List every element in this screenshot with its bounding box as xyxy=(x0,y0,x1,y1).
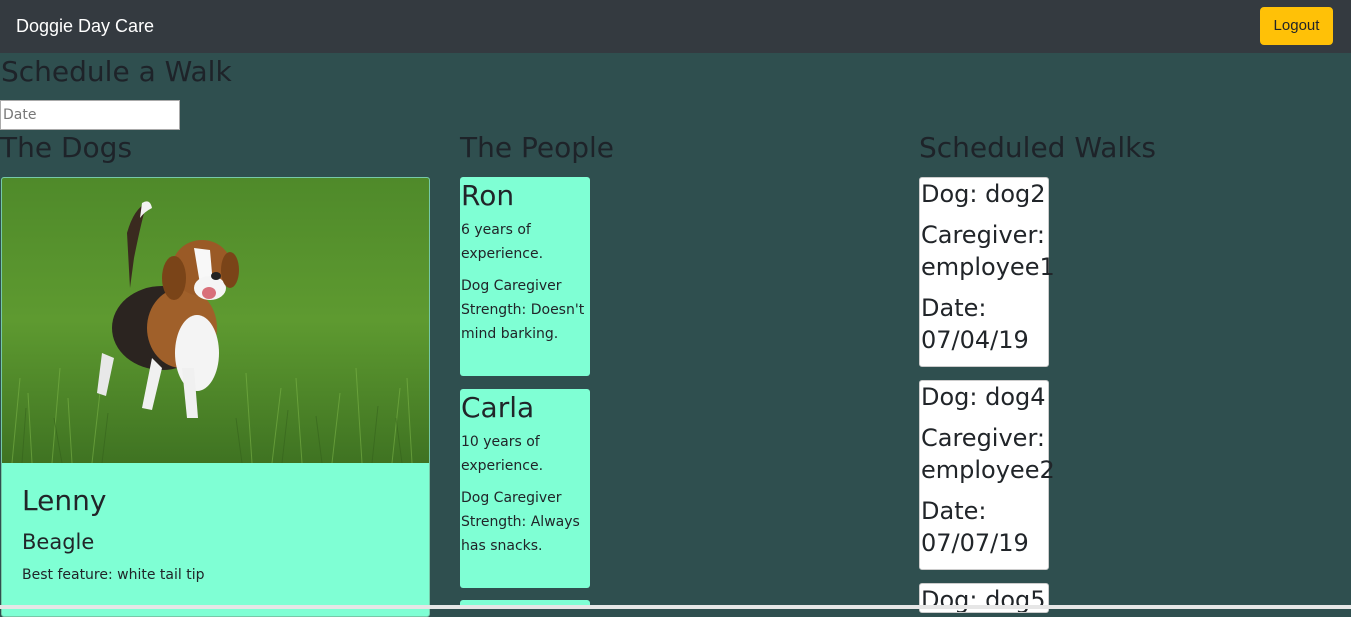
date-input[interactable] xyxy=(0,100,180,130)
person-strength: Dog Caregiver Strength: Always has snack… xyxy=(461,490,580,554)
horizontal-scrollbar[interactable] xyxy=(0,605,1351,609)
walk-date: Date: 07/07/19 xyxy=(921,497,1029,557)
person-name: Ron xyxy=(461,179,515,212)
dog-card[interactable]: Lenny Beagle Best feature: white tail ti… xyxy=(1,177,430,617)
walk-caregiver: Caregiver: employee2 xyxy=(921,424,1055,484)
brand-title[interactable]: Doggie Day Care xyxy=(16,13,154,39)
person-card[interactable]: Carla 10 years of experience. Dog Caregi… xyxy=(460,389,590,588)
dog-name: Lenny xyxy=(22,484,107,517)
people-heading: The People xyxy=(460,131,614,164)
walks-heading: Scheduled Walks xyxy=(919,131,1156,164)
dog-feature: Best feature: white tail tip xyxy=(22,567,205,583)
dog-photo xyxy=(2,178,429,463)
person-name: Carla xyxy=(461,391,535,424)
navbar: Doggie Day Care Logout xyxy=(0,0,1351,53)
person-card[interactable]: Ron 6 years of experience. Dog Caregiver… xyxy=(460,177,590,376)
walk-card[interactable]: Dog: dog4 Caregiver: employee2 Date: 07/… xyxy=(919,380,1055,570)
person-experience: 10 years of experience. xyxy=(461,434,544,474)
dogs-heading: The Dogs xyxy=(0,131,133,164)
dog-breed: Beagle xyxy=(22,530,95,554)
page-title: Schedule a Walk xyxy=(1,55,232,88)
walk-caregiver: Caregiver: employee1 xyxy=(921,221,1055,281)
logout-button[interactable]: Logout xyxy=(1260,7,1333,45)
walk-dog: Dog: dog4 xyxy=(921,383,1046,411)
walk-dog: Dog: dog2 xyxy=(921,180,1046,208)
person-experience: 6 years of experience. xyxy=(461,222,544,262)
person-strength: Dog Caregiver Strength: Doesn't mind bar… xyxy=(461,278,585,342)
walk-card[interactable]: Dog: dog2 Caregiver: employee1 Date: 07/… xyxy=(919,177,1055,367)
walk-date: Date: 07/04/19 xyxy=(921,294,1029,354)
